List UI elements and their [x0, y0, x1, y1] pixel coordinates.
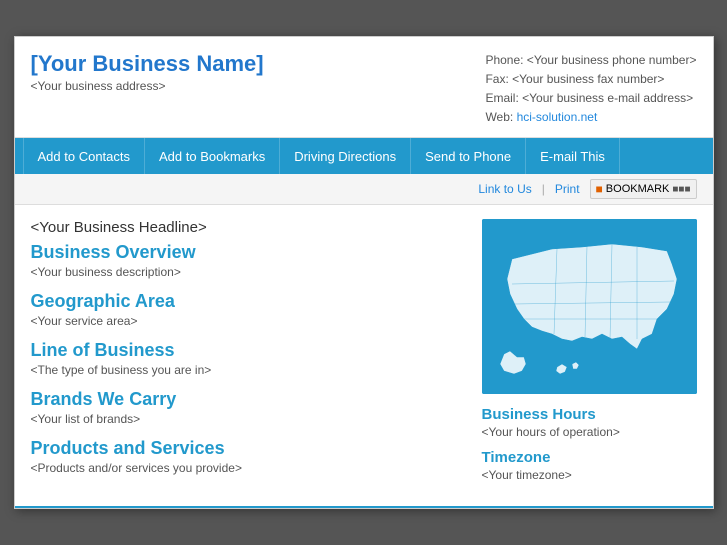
business-name: [Your Business Name] — [31, 51, 264, 77]
section-desc-4: <Products and/or services you provide> — [31, 461, 468, 475]
section-desc-0: <Your business description> — [31, 265, 468, 279]
nav-send-to-phone[interactable]: Send to Phone — [411, 138, 526, 174]
bookmark-icon: ■ — [596, 182, 603, 196]
section-title-2: Line of Business — [31, 340, 468, 361]
main-content: <Your Business Headline> Business Overvi… — [15, 205, 713, 506]
section-title-4: Products and Services — [31, 438, 468, 459]
map-container — [482, 219, 697, 394]
toolbar: Link to Us | Print ■ BOOKMARK ■■■ — [15, 174, 713, 205]
usa-map — [482, 219, 697, 394]
header: [Your Business Name] <Your business addr… — [15, 37, 713, 139]
right-section-title-0: Business Hours — [482, 406, 697, 423]
header-right: Phone: <Your business phone number> Fax:… — [485, 51, 696, 128]
link-to-us-button[interactable]: Link to Us — [478, 182, 531, 196]
section-desc-3: <Your list of brands> — [31, 412, 468, 426]
section-title-0: Business Overview — [31, 242, 468, 263]
web-label: Web: hci-solution.net — [485, 108, 696, 127]
nav-driving-directions[interactable]: Driving Directions — [280, 138, 411, 174]
toolbar-separator: | — [542, 182, 545, 196]
bookmark-icons: ■■■ — [672, 184, 690, 195]
right-section-desc-1: <Your timezone> — [482, 468, 697, 482]
phone-label: Phone: <Your business phone number> — [485, 51, 696, 70]
print-button[interactable]: Print — [555, 182, 580, 196]
nav-email-this[interactable]: E-mail This — [526, 138, 620, 174]
email-label: Email: <Your business e-mail address> — [485, 89, 696, 108]
section-title-1: Geographic Area — [31, 291, 468, 312]
content-right: Business Hours <Your hours of operation>… — [482, 219, 697, 492]
section-desc-2: <The type of business you are in> — [31, 363, 468, 377]
business-headline: <Your Business Headline> — [31, 219, 468, 236]
nav-add-contacts[interactable]: Add to Contacts — [23, 138, 146, 174]
page-wrapper: [Your Business Name] <Your business addr… — [14, 36, 714, 510]
nav-add-bookmarks[interactable]: Add to Bookmarks — [145, 138, 280, 174]
header-left: [Your Business Name] <Your business addr… — [31, 51, 264, 128]
bookmark-label: BOOKMARK — [606, 183, 670, 195]
right-section-desc-0: <Your hours of operation> — [482, 425, 697, 439]
nav-bar: Add to Contacts Add to Bookmarks Driving… — [15, 138, 713, 174]
right-section-title-1: Timezone — [482, 449, 697, 466]
bottom-border — [15, 506, 713, 508]
web-link[interactable]: hci-solution.net — [517, 110, 598, 124]
section-title-3: Brands We Carry — [31, 389, 468, 410]
fax-label: Fax: <Your business fax number> — [485, 70, 696, 89]
bookmark-button[interactable]: ■ BOOKMARK ■■■ — [590, 179, 697, 199]
section-desc-1: <Your service area> — [31, 314, 468, 328]
content-left: <Your Business Headline> Business Overvi… — [31, 219, 468, 492]
business-address: <Your business address> — [31, 79, 264, 93]
